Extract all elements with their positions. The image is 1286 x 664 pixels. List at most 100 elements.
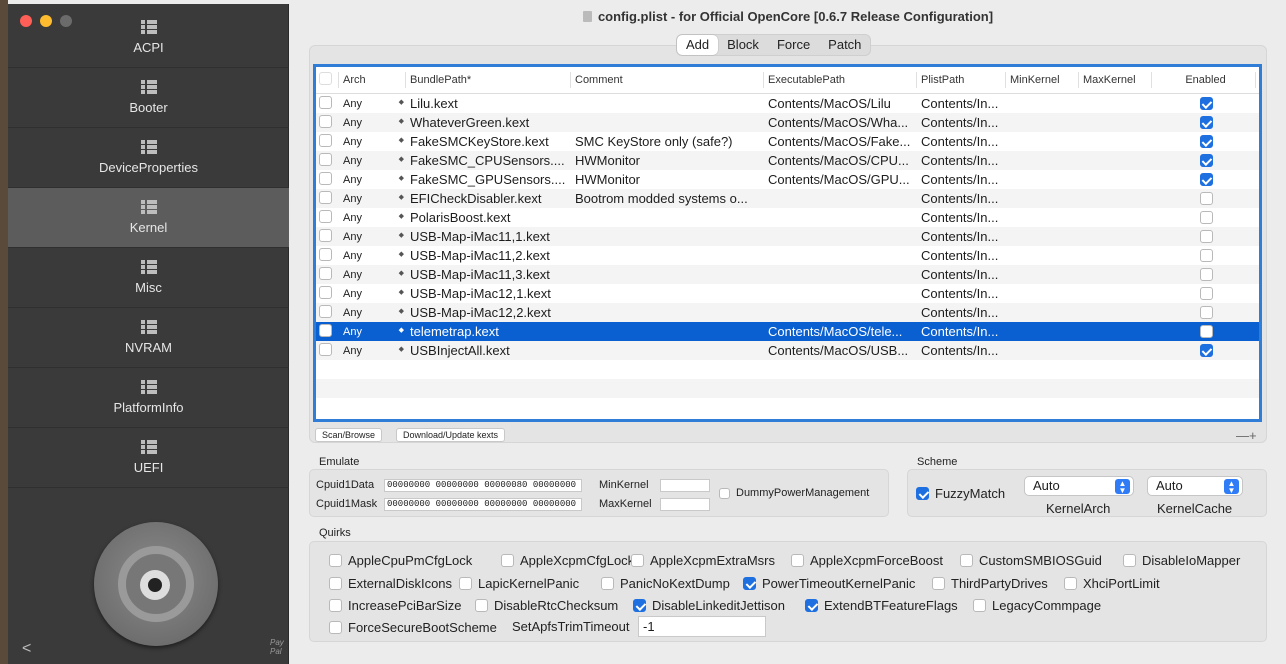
kext-table[interactable]: Arch BundlePath* Comment ExecutablePath Plis…: [313, 64, 1262, 422]
row-select-checkbox[interactable]: [319, 323, 332, 337]
enabled-checkbox[interactable]: [1199, 306, 1213, 319]
scan-browse-button[interactable]: Scan/Browse: [315, 428, 383, 442]
plist-path-cell[interactable]: Contents/In...: [917, 153, 1006, 168]
row-select-checkbox[interactable]: [319, 133, 332, 147]
bundle-path-cell[interactable]: Lilu.kext: [406, 96, 571, 111]
checkbox[interactable]: [1123, 554, 1136, 567]
arch-value[interactable]: Any: [343, 98, 362, 110]
checkbox[interactable]: [631, 554, 644, 567]
quirk-disableiomapper[interactable]: DisableIoMapper: [1123, 553, 1240, 568]
arch-value[interactable]: Any: [343, 326, 362, 338]
arch-value[interactable]: Any: [343, 231, 362, 243]
enabled-checkbox[interactable]: [1199, 116, 1213, 129]
column-header[interactable]: PlistPath: [917, 72, 1006, 88]
checkbox[interactable]: [329, 577, 342, 590]
row-select-checkbox[interactable]: [319, 228, 332, 242]
table-row[interactable]: Any ◆ USB-Map-iMac12,2.kext Contents/In...: [316, 303, 1259, 322]
stepper-icon[interactable]: ◆: [399, 174, 405, 186]
download-kexts-button[interactable]: Download/Update kexts: [396, 428, 506, 442]
column-header[interactable]: BundlePath*: [406, 72, 571, 88]
quirk-powertimeoutkernelpanic[interactable]: PowerTimeoutKernelPanic: [743, 576, 915, 591]
column-header[interactable]: MaxKernel: [1079, 72, 1152, 88]
zoom-button[interactable]: [60, 15, 72, 27]
kernelcache-select[interactable]: Auto ▲ ▼: [1147, 476, 1243, 496]
quirk-applecpupmcfglock[interactable]: AppleCpuPmCfgLock: [329, 553, 472, 568]
table-row[interactable]: Any ◆ FakeSMC_CPUSensors.... HWMonitor Conte…: [316, 151, 1259, 170]
table-row[interactable]: Any ◆ USB-Map-iMac12,1.kext Contents/In...: [316, 284, 1259, 303]
executable-path-cell[interactable]: Contents/MacOS/CPU...: [764, 153, 917, 168]
checkbox[interactable]: [601, 577, 614, 590]
plist-path-cell[interactable]: Contents/In...: [917, 267, 1006, 282]
minkernel-field[interactable]: [660, 479, 710, 492]
arch-value[interactable]: Any: [343, 193, 362, 205]
fuzzymatch-checkbox[interactable]: FuzzyMatch: [916, 486, 1005, 501]
row-select-checkbox[interactable]: [319, 342, 332, 356]
quirk-disablertcchecksum[interactable]: DisableRtcChecksum: [475, 598, 618, 613]
plist-path-cell[interactable]: Contents/In...: [917, 324, 1006, 339]
table-row[interactable]: Any ◆ Lilu.kext Contents/MacOS/Lilu Contents…: [316, 94, 1259, 113]
tab-add[interactable]: Add: [677, 35, 719, 55]
checkbox[interactable]: [743, 577, 756, 590]
row-select-checkbox[interactable]: [319, 190, 332, 204]
comment-cell[interactable]: HWMonitor: [571, 153, 764, 168]
add-remove-buttons[interactable]: —+: [1236, 428, 1257, 443]
checkbox[interactable]: [475, 599, 488, 612]
stepper-icon[interactable]: ◆: [399, 326, 405, 338]
arch-value[interactable]: Any: [343, 269, 362, 281]
quirk-thirdpartydrives[interactable]: ThirdPartyDrives: [932, 576, 1048, 591]
column-header[interactable]: MinKernel: [1006, 72, 1079, 88]
trim-timeout-input[interactable]: -1: [638, 616, 766, 637]
column-header[interactable]: Enabled: [1152, 72, 1256, 88]
executable-path-cell[interactable]: Contents/MacOS/Lilu: [764, 96, 917, 111]
checkbox[interactable]: [329, 621, 342, 634]
checkbox[interactable]: [932, 577, 945, 590]
quirk-applexcpmextramsrs[interactable]: AppleXcpmExtraMsrs: [631, 553, 775, 568]
enabled-checkbox[interactable]: [1199, 192, 1213, 205]
bundle-path-cell[interactable]: FakeSMC_GPUSensors....: [406, 172, 571, 187]
arch-value[interactable]: Any: [343, 288, 362, 300]
quirk-applexcpmforceboost[interactable]: AppleXcpmForceBoost: [791, 553, 943, 568]
plist-path-cell[interactable]: Contents/In...: [917, 115, 1006, 130]
stepper-icon[interactable]: ◆: [399, 288, 405, 300]
column-header[interactable]: Comment: [571, 72, 764, 88]
minimize-button[interactable]: [40, 15, 52, 27]
stepper-icon[interactable]: ◆: [399, 269, 405, 281]
enabled-checkbox[interactable]: [1199, 325, 1213, 338]
plist-path-cell[interactable]: Contents/In...: [917, 191, 1006, 206]
table-row[interactable]: Any ◆ EFICheckDisabler.kext Bootrom modded …: [316, 189, 1259, 208]
plist-path-cell[interactable]: Contents/In...: [917, 210, 1006, 225]
close-button[interactable]: [20, 15, 32, 27]
bundle-path-cell[interactable]: WhateverGreen.kext: [406, 115, 571, 130]
checkbox[interactable]: [805, 599, 818, 612]
enabled-checkbox[interactable]: [1199, 173, 1213, 186]
enabled-checkbox[interactable]: [1199, 154, 1213, 167]
plist-path-cell[interactable]: Contents/In...: [917, 96, 1006, 111]
table-row[interactable]: Any ◆ FakeSMCKeyStore.kext SMC KeyStore onl…: [316, 132, 1259, 151]
row-select-checkbox[interactable]: [319, 209, 332, 223]
executable-path-cell[interactable]: Contents/MacOS/tele...: [764, 324, 917, 339]
executable-path-cell[interactable]: Contents/MacOS/USB...: [764, 343, 917, 358]
stepper-icon[interactable]: ◆: [399, 345, 405, 357]
stepper-icon[interactable]: ◆: [399, 193, 405, 205]
checkbox[interactable]: [501, 554, 514, 567]
paypal-logo[interactable]: Pay Pal: [270, 638, 284, 656]
bundle-path-cell[interactable]: USB-Map-iMac11,3.kext: [406, 267, 571, 282]
column-header[interactable]: Arch: [339, 72, 406, 88]
arch-value[interactable]: Any: [343, 212, 362, 224]
enabled-checkbox[interactable]: [1199, 344, 1213, 357]
checkbox[interactable]: [459, 577, 472, 590]
bundle-path-cell[interactable]: EFICheckDisabler.kext: [406, 191, 571, 206]
bundle-path-cell[interactable]: FakeSMC_CPUSensors....: [406, 153, 571, 168]
cpuid1mask-field[interactable]: 00000000 00000000 00000000 00000000: [384, 498, 582, 511]
quirk-customsmbiosguid[interactable]: CustomSMBIOSGuid: [960, 553, 1102, 568]
enabled-checkbox[interactable]: [1199, 230, 1213, 243]
tab-patch[interactable]: Patch: [819, 35, 870, 55]
dummy-power-checkbox[interactable]: DummyPowerManagement: [719, 487, 869, 499]
enabled-checkbox[interactable]: [1199, 287, 1213, 300]
stepper-icon[interactable]: ◆: [399, 250, 405, 262]
plist-path-cell[interactable]: Contents/In...: [917, 134, 1006, 149]
plist-path-cell[interactable]: Contents/In...: [917, 172, 1006, 187]
checkbox[interactable]: [916, 487, 929, 500]
checkbox[interactable]: [633, 599, 646, 612]
stepper-icon[interactable]: ◆: [399, 98, 405, 110]
